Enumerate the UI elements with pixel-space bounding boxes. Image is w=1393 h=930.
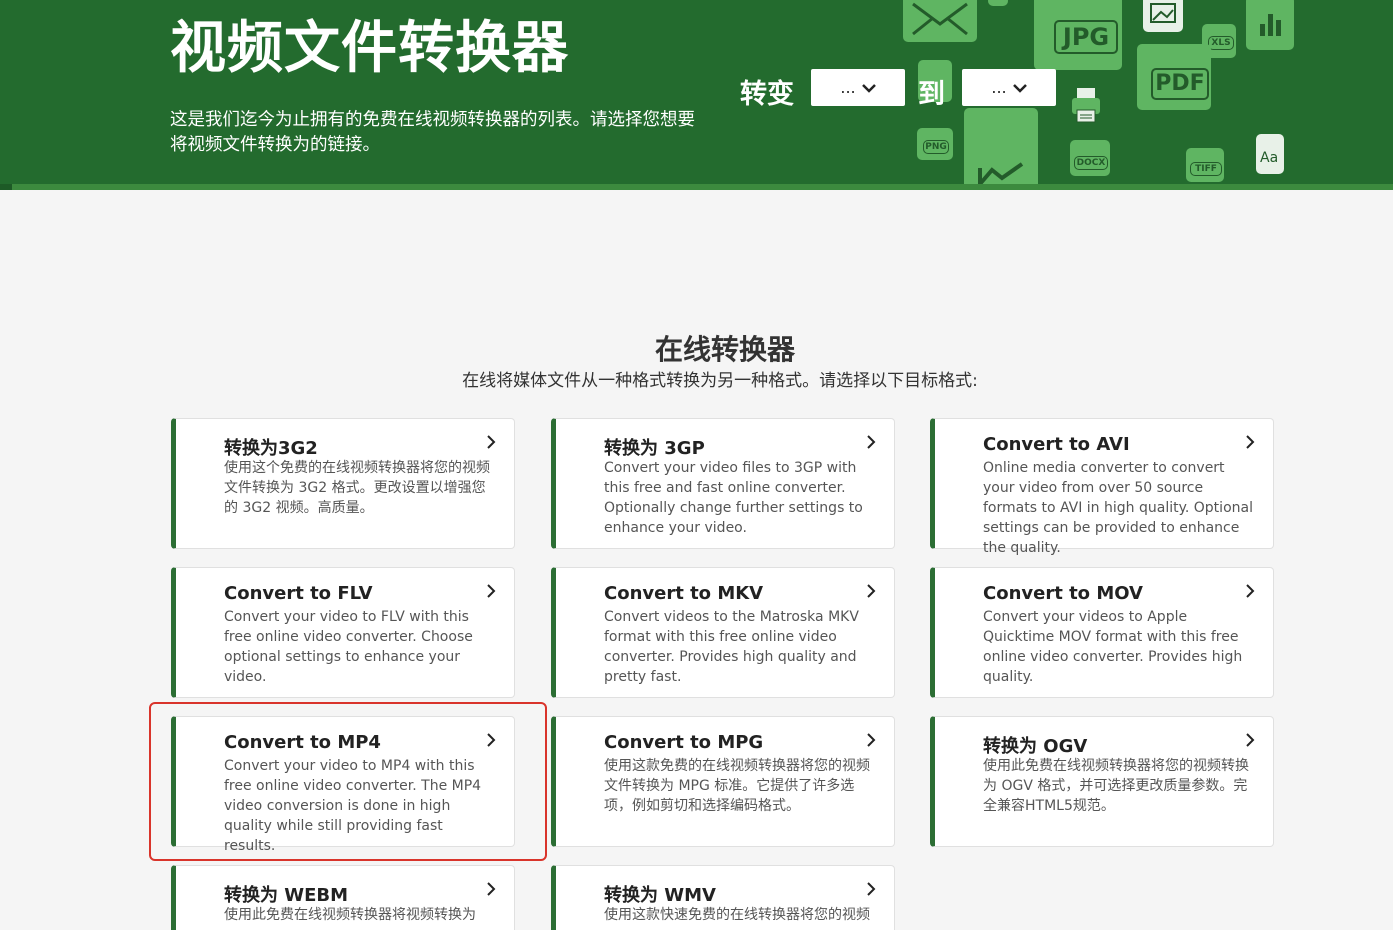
card-title: Convert to FLV bbox=[224, 583, 373, 604]
card-description: Convert your video to MP4 with this free… bbox=[224, 758, 482, 854]
card-title: 转换为 WMV bbox=[604, 885, 716, 906]
card-description: 使用这款快速免费的在线转换器将您的视频 bbox=[604, 907, 870, 923]
card-description: Convert your videos to Apple Quicktime M… bbox=[983, 609, 1243, 685]
convert-label: 转变 bbox=[740, 79, 794, 110]
card-description: 使用这个免费的在线视频转换器将您的视频文件转换为 3G2 格式。更改设置以增强您… bbox=[224, 460, 490, 516]
hero-description: 这是我们迄今为止拥有的免费在线视频转换器的列表。请选择您想要将视频文件转换为的链… bbox=[170, 110, 695, 155]
converter-card-mp4[interactable]: Convert to MP4 Convert your video to MP4… bbox=[171, 716, 515, 854]
hero-bottom-stripe-edge bbox=[0, 184, 12, 190]
section-subtitle: 在线将媒体文件从一种格式转换为另一种格式。请选择以下目标格式: bbox=[462, 371, 978, 391]
chevron-down-icon bbox=[861, 83, 876, 93]
card-title: 转换为 OGV bbox=[983, 736, 1088, 757]
source-format-select[interactable]: ... bbox=[811, 69, 905, 106]
chevron-right-icon bbox=[1246, 733, 1255, 747]
to-label: 到 bbox=[918, 79, 945, 110]
section-title: 在线转换器 bbox=[654, 333, 795, 366]
card-description: 使用此免费在线视频转换器将视频转换为 bbox=[224, 907, 476, 923]
card-title: Convert to MP4 bbox=[224, 732, 381, 753]
card-description: Convert your video to FLV with this free… bbox=[224, 609, 473, 685]
chevron-right-icon bbox=[487, 733, 496, 747]
deco-printer-icon bbox=[1066, 86, 1106, 128]
card-description: 使用此免费在线视频转换器将您的视频转换为 OGV 格式，并可选择更改质量参数。完… bbox=[983, 758, 1249, 814]
converter-card-webm[interactable]: 转换为 WEBM 使用此免费在线视频转换器将视频转换为 bbox=[171, 865, 515, 930]
chevron-right-icon bbox=[487, 882, 496, 896]
chevron-right-icon bbox=[1246, 584, 1255, 598]
chevron-right-icon bbox=[867, 584, 876, 598]
card-title: Convert to AVI bbox=[983, 434, 1130, 455]
converter-card-mkv[interactable]: Convert to MKV Convert videos to the Mat… bbox=[551, 567, 895, 698]
card-title: 转换为 WEBM bbox=[224, 885, 349, 906]
converter-card-flv[interactable]: Convert to FLV Convert your video to FLV… bbox=[171, 567, 515, 698]
card-title: 转换为 3GP bbox=[604, 438, 705, 459]
card-description: Online media converter to convert your v… bbox=[983, 460, 1253, 556]
page-title: 视频文件转换器 bbox=[170, 16, 569, 81]
chevron-right-icon bbox=[867, 435, 876, 449]
converter-card-3g2[interactable]: 转换为3G2 使用这个免费的在线视频转换器将您的视频文件转换为 3G2 格式。更… bbox=[171, 418, 515, 549]
hero-bottom-stripe bbox=[0, 184, 1393, 190]
chevron-right-icon bbox=[867, 733, 876, 747]
converter-card-wmv[interactable]: 转换为 WMV 使用这款快速免费的在线转换器将您的视频 bbox=[551, 865, 895, 930]
hero-banner: JPG XLS PDF PNG DOCX TIFF Aa 视频文件转换器 这是我… bbox=[0, 0, 1393, 190]
card-description: 使用这款免费的在线视频转换器将您的视频文件转换为 MPG 标准。它提供了许多选项… bbox=[604, 758, 870, 814]
chevron-down-icon bbox=[1012, 83, 1027, 93]
source-format-value: ... bbox=[840, 78, 856, 97]
converter-card-mpg[interactable]: Convert to MPG 使用这款免费的在线视频转换器将您的视频文件转换为 … bbox=[551, 716, 895, 847]
card-title: Convert to MPG bbox=[604, 732, 764, 753]
target-format-value: ... bbox=[991, 78, 1007, 97]
card-title: Convert to MKV bbox=[604, 583, 764, 604]
converter-card-3gp[interactable]: 转换为 3GP Convert your video files to 3GP … bbox=[551, 418, 895, 549]
chevron-right-icon bbox=[867, 882, 876, 896]
converter-card-mov[interactable]: Convert to MOV Convert your videos to Ap… bbox=[930, 567, 1274, 698]
card-description: Convert your video files to 3GP with thi… bbox=[604, 460, 863, 536]
card-title: 转换为3G2 bbox=[224, 438, 318, 459]
chevron-right-icon bbox=[487, 435, 496, 449]
target-format-select[interactable]: ... bbox=[962, 69, 1056, 106]
converter-card-ogv[interactable]: 转换为 OGV 使用此免费在线视频转换器将您的视频转换为 OGV 格式，并可选择… bbox=[930, 716, 1274, 847]
chevron-right-icon bbox=[1246, 435, 1255, 449]
card-title: Convert to MOV bbox=[983, 583, 1143, 604]
converter-card-avi[interactable]: Convert to AVI Online media converter to… bbox=[930, 418, 1274, 556]
card-description: Convert videos to the Matroska MKV forma… bbox=[604, 609, 859, 685]
chevron-right-icon bbox=[487, 584, 496, 598]
